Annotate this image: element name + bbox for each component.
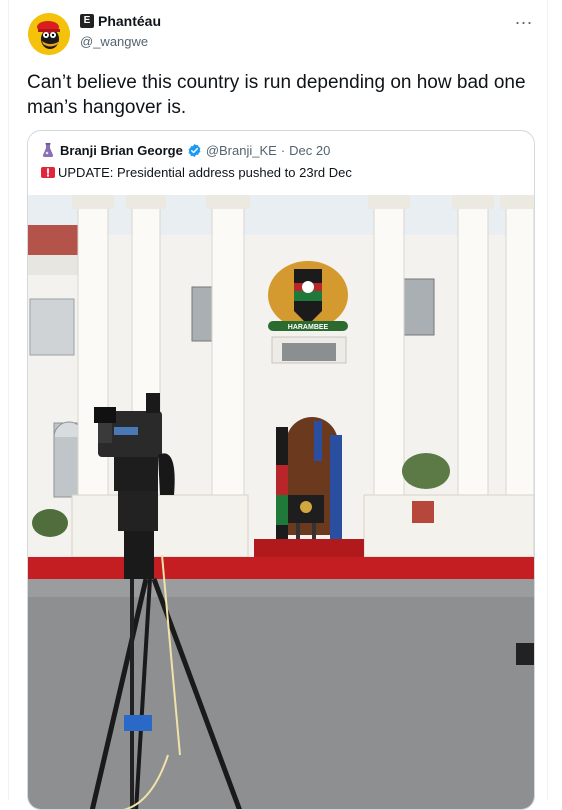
quoted-tweet[interactable]: Branji Brian George @Branji_KE · Dec 20 … (27, 130, 535, 810)
separator-dot: · (280, 142, 286, 158)
author-handle[interactable]: @_wangwe (80, 34, 148, 49)
label-badge: E (80, 14, 94, 28)
lab-flask-avatar-icon (42, 143, 54, 157)
more-options-icon[interactable]: ... (515, 8, 533, 29)
tweet-text: Can’t believe this country is run depend… (27, 72, 526, 118)
quoted-author-row: Branji Brian George @Branji_KE · Dec 20 (40, 142, 330, 158)
red-siren-icon (41, 167, 55, 178)
quoted-tweet-date[interactable]: Dec 20 (289, 143, 330, 158)
avatar[interactable] (28, 13, 70, 55)
cartoon-avatar-icon (28, 13, 70, 55)
harambee-motto: HARAMBEE (288, 324, 329, 331)
author-display-name[interactable]: Phantéau (98, 13, 161, 29)
quoted-tweet-text-row: UPDATE: Presidential address pushed to 2… (40, 164, 352, 180)
quoted-author-name[interactable]: Branji Brian George (60, 143, 183, 158)
author-name-row[interactable]: E Phantéau (80, 13, 161, 29)
quoted-author-handle[interactable]: @Branji_KE (206, 143, 277, 158)
state-house-photo[interactable]: HARAMBEE (28, 195, 534, 810)
quoted-tweet-text: UPDATE: Presidential address pushed to 2… (58, 164, 352, 180)
verified-badge-icon (188, 143, 201, 157)
